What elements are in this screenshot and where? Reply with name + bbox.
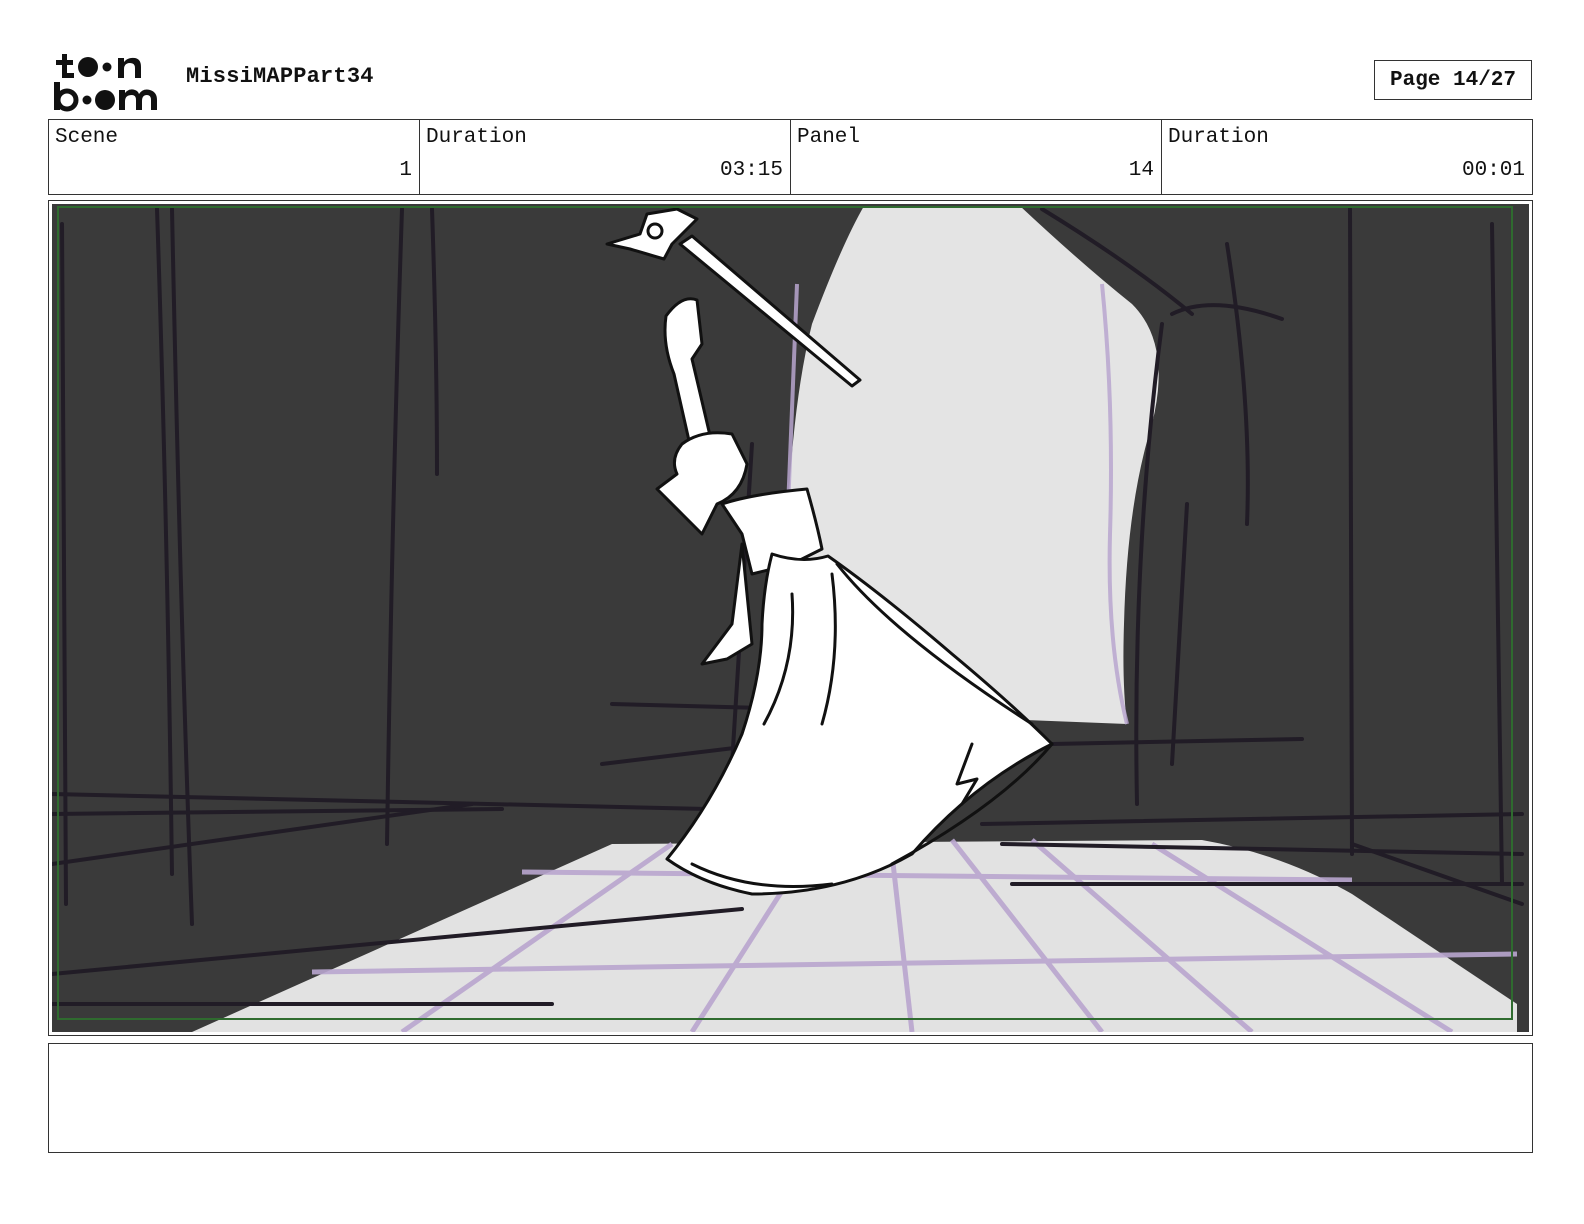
panel-label: Panel — [797, 126, 861, 149]
scene-duration-value: 03:15 — [719, 159, 783, 182]
storyboard-sketch — [52, 204, 1529, 1032]
scene-info-bar: Scene 1 Duration 03:15 Panel 14 Duration… — [48, 119, 1533, 195]
panel-duration-label: Duration — [1168, 126, 1269, 149]
storyboard-panel-frame — [48, 200, 1533, 1036]
panel-duration-cell: Duration 00:01 — [1161, 120, 1532, 194]
panel-notes-box — [48, 1043, 1533, 1153]
scene-value: 1 — [399, 159, 412, 182]
scene-cell: Scene 1 — [49, 120, 419, 194]
project-title: MissiMAPPart34 — [186, 64, 374, 89]
scene-duration-label: Duration — [426, 126, 527, 149]
panel-value: 14 — [1128, 159, 1154, 182]
toon-boom-logo — [54, 54, 157, 112]
scene-duration-cell: Duration 03:15 — [419, 120, 790, 194]
page-indicator: Page 14/27 — [1374, 60, 1532, 100]
panel-cell: Panel 14 — [790, 120, 1161, 194]
panel-duration-value: 00:01 — [1461, 159, 1525, 182]
scene-label: Scene — [55, 126, 119, 149]
